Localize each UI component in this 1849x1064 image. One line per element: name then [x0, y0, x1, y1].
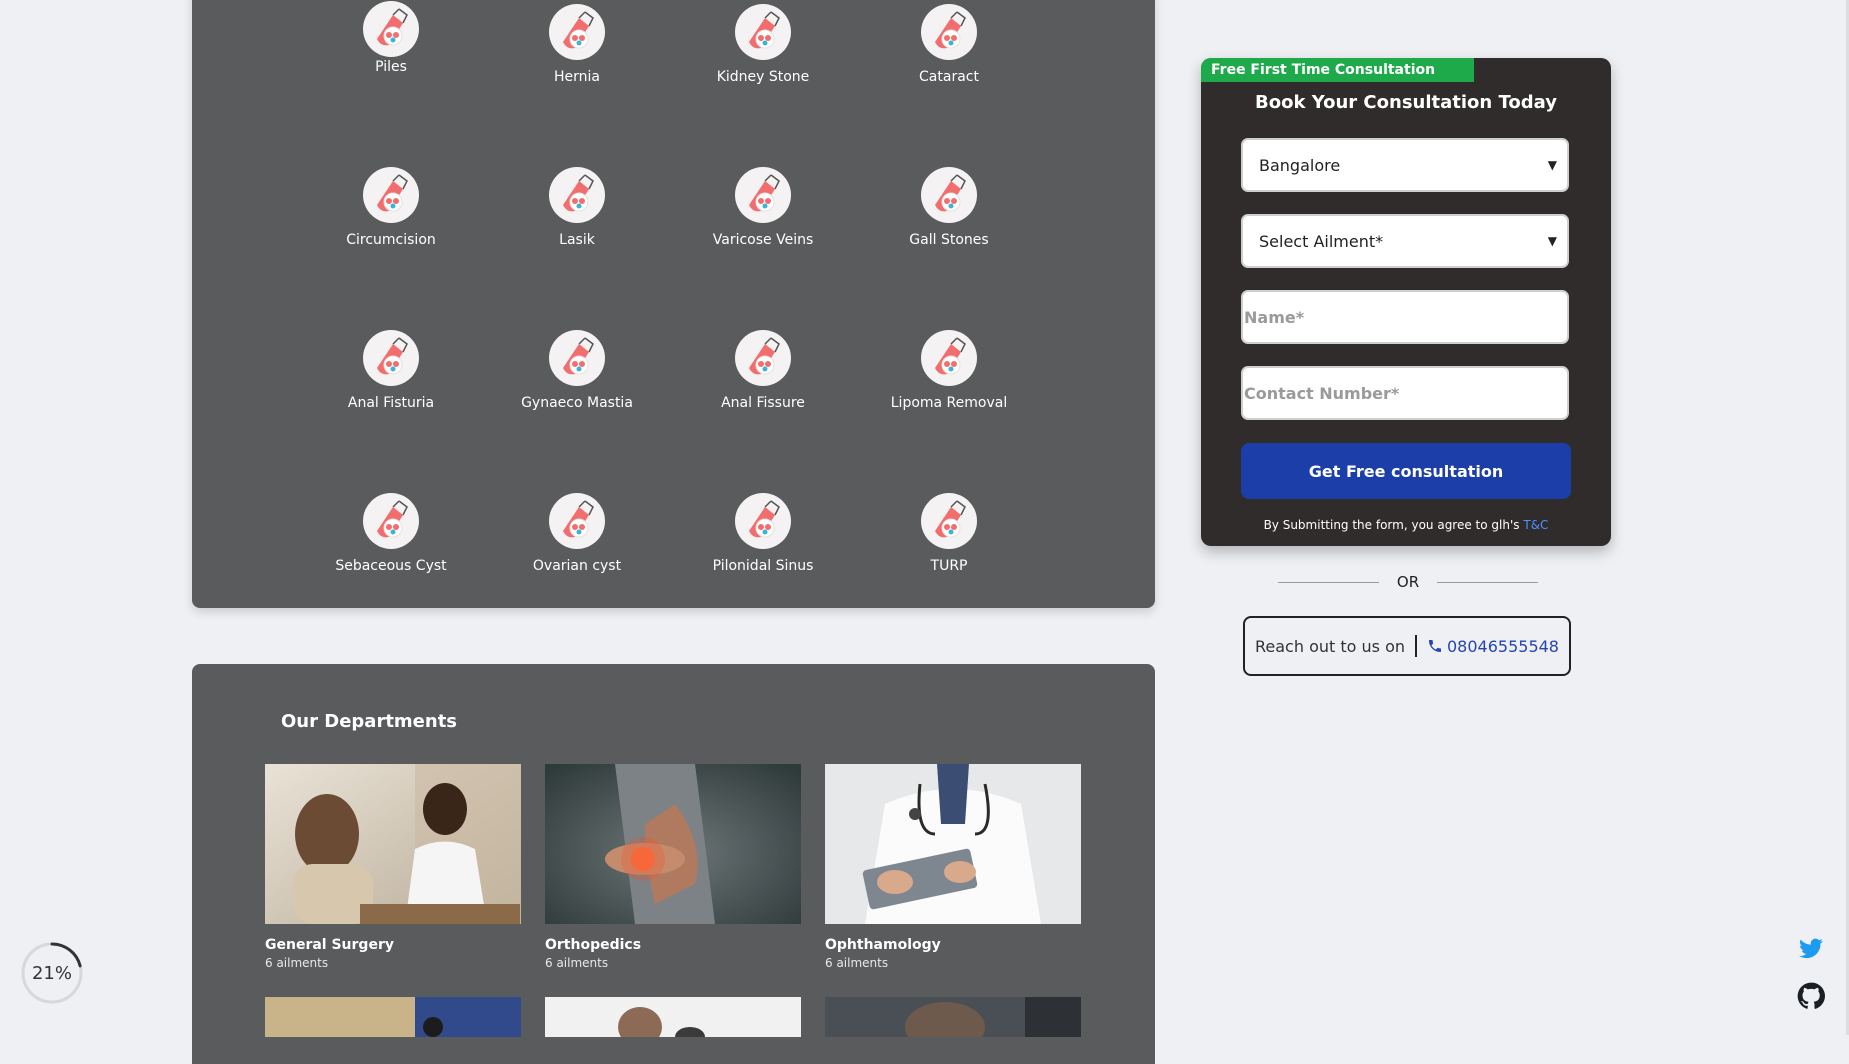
ailment-item[interactable]: TURP [856, 493, 1042, 574]
phone-icon [1429, 640, 1441, 652]
ailment-item[interactable]: Ovarian cyst [484, 493, 670, 574]
booking-form: Free First Time Consultation Book Your C… [1201, 58, 1611, 546]
ailment-item[interactable]: Anal Fisturia [298, 330, 484, 411]
ailment-label: Gynaeco Mastia [521, 395, 633, 411]
terms-link[interactable]: T&C [1523, 518, 1548, 532]
github-icon[interactable] [1797, 982, 1825, 1010]
test-tube-icon [363, 493, 419, 549]
department-image-partial [265, 997, 521, 1037]
ailment-label: Sebaceous Cyst [335, 558, 447, 574]
ailment-label: Piles [375, 59, 407, 75]
ailment-select-value: Select Ailment* [1259, 231, 1384, 251]
separator [1415, 635, 1417, 657]
ailment-label: Ovarian cyst [532, 558, 622, 574]
divider-line [1437, 581, 1539, 583]
ailment-label: Gall Stones [909, 232, 989, 248]
ailment-label: Varicose Veins [712, 232, 814, 248]
ailment-label: Hernia [554, 69, 600, 85]
test-tube-icon [735, 493, 791, 549]
department-image-partial [545, 997, 801, 1037]
terms-note: By Submitting the form, you agree to glh… [1201, 518, 1611, 532]
or-text: OR [1396, 573, 1420, 591]
ailment-item[interactable]: Kidney Stone [670, 4, 856, 85]
department-count: 6 ailments [265, 956, 329, 970]
chevron-down-icon: ▼ [1547, 158, 1557, 172]
or-divider: OR [1278, 572, 1539, 592]
test-tube-icon [549, 493, 605, 549]
ailment-item[interactable]: Cataract [856, 4, 1042, 85]
department-name: Ophthamology [825, 937, 941, 953]
terms-text: By Submitting the form, you agree to glh… [1263, 518, 1520, 532]
city-select[interactable]: Bangalore ▼ [1241, 138, 1569, 192]
phone-number: 08046555548 [1447, 636, 1559, 656]
name-input[interactable]: Name* [1241, 290, 1569, 344]
department-image-partial [825, 997, 1081, 1037]
department-name: General Surgery [265, 937, 394, 953]
ailment-item[interactable]: Gall Stones [856, 167, 1042, 248]
reach-out-box: Reach out to us on 08046555548 [1243, 616, 1571, 676]
test-tube-icon [735, 167, 791, 223]
test-tube-icon [549, 4, 605, 60]
test-tube-icon [363, 330, 419, 386]
ailment-item[interactable]: Varicose Veins [670, 167, 856, 248]
ailment-label: Cataract [919, 69, 979, 85]
booking-title: Book Your Consultation Today [1255, 92, 1557, 113]
scroll-progress-text: 21% [31, 962, 72, 984]
test-tube-icon [363, 167, 419, 223]
department-count: 6 ailments [825, 956, 889, 970]
ailment-label: Anal Fissure [721, 395, 805, 411]
test-tube-icon [921, 330, 977, 386]
test-tube-icon [921, 493, 977, 549]
contact-number-placeholder: Contact Number* [1244, 383, 1400, 403]
ailment-label: Pilonidal Sinus [712, 558, 814, 574]
departments-panel: Our Departments General Surgery 6 ailmen… [192, 664, 1155, 1064]
test-tube-icon [735, 330, 791, 386]
free-consultation-badge: Free First Time Consultation [1201, 58, 1474, 82]
ailment-label: Kidney Stone [716, 69, 810, 85]
ailment-item[interactable]: Lasik [484, 167, 670, 248]
test-tube-icon [921, 167, 977, 223]
ailment-select[interactable]: Select Ailment* ▼ [1241, 214, 1569, 268]
ailment-label: Lasik [559, 232, 595, 248]
department-name: Orthopedics [545, 937, 642, 953]
test-tube-icon [921, 4, 977, 60]
ailment-item[interactable]: Circumcision [298, 167, 484, 248]
ailment-label: Anal Fisturia [347, 395, 435, 411]
ailment-label: TURP [930, 558, 968, 574]
general-surgery-image [265, 764, 521, 924]
contact-number-input[interactable]: Contact Number* [1241, 366, 1569, 420]
ailment-item[interactable]: Lipoma Removal [856, 330, 1042, 411]
departments-title: Our Departments [281, 711, 458, 732]
department-card-ophthamology[interactable]: Ophthamology 6 ailments [825, 764, 1081, 970]
department-card-general-surgery[interactable]: General Surgery 6 ailments [265, 764, 521, 970]
ailment-item[interactable]: Gynaeco Mastia [484, 330, 670, 411]
department-card-orthopedics[interactable]: Orthopedics 6 ailments [545, 764, 801, 970]
ophthamology-image [825, 764, 1081, 924]
twitter-icon[interactable] [1797, 936, 1825, 962]
city-select-value: Bangalore [1259, 155, 1341, 175]
get-free-consultation-button[interactable]: Get Free consultation [1241, 443, 1571, 499]
phone-link[interactable]: 08046555548 [1427, 637, 1559, 656]
test-tube-icon [549, 330, 605, 386]
ailment-item[interactable]: Anal Fissure [670, 330, 856, 411]
ailment-item[interactable]: Hernia [484, 4, 670, 85]
orthopedics-image [545, 764, 801, 924]
reach-out-label: Reach out to us on [1255, 636, 1405, 656]
ailment-item[interactable]: Piles [298, 1, 484, 75]
name-input-placeholder: Name* [1244, 307, 1305, 327]
department-count: 6 ailments [545, 956, 609, 970]
ailment-label: Circumcision [346, 232, 436, 248]
test-tube-icon [735, 4, 791, 60]
ailment-label: Lipoma Removal [890, 395, 1008, 411]
chevron-down-icon: ▼ [1547, 234, 1557, 248]
ailment-item[interactable]: Sebaceous Cyst [298, 493, 484, 574]
divider-line [1278, 581, 1379, 583]
test-tube-icon [363, 1, 419, 57]
ailments-panel: Piles Hernia Kidney Stone Cataract Circu… [192, 0, 1155, 608]
ailment-item[interactable]: Pilonidal Sinus [670, 493, 856, 574]
test-tube-icon [549, 167, 605, 223]
